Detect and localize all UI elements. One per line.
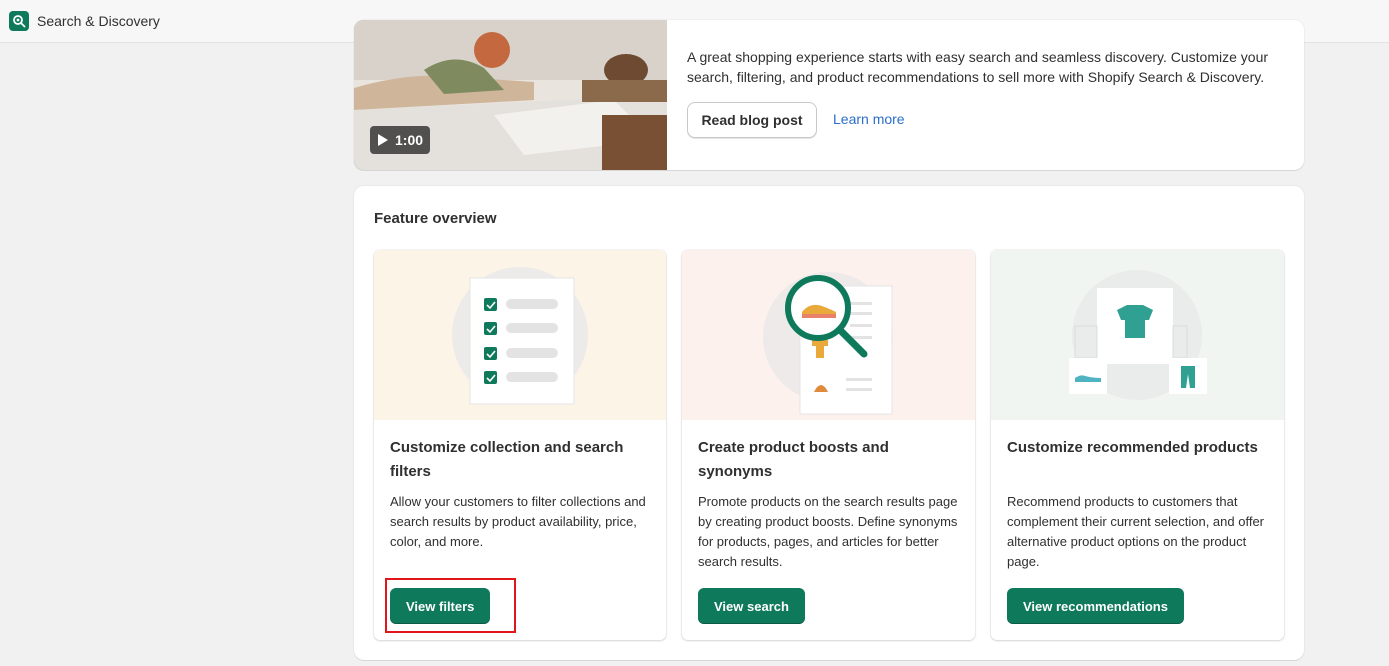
- video-play-badge[interactable]: 1:00: [370, 126, 430, 154]
- feature-overview-card: Feature overview Customize collection an…: [354, 186, 1304, 660]
- feature-card-filters: Customize collection and search filters …: [374, 250, 666, 640]
- recommendation-tshirt-icon: [1069, 270, 1207, 400]
- hero-description: A great shopping experience starts with …: [687, 49, 1269, 85]
- video-thumbnail[interactable]: 1:00: [354, 20, 667, 170]
- filters-illustration: [374, 250, 666, 420]
- feature-title: Create product boosts and synonyms: [698, 439, 889, 480]
- feature-card-search: Create product boosts and synonyms Promo…: [682, 250, 975, 640]
- feature-title: Customize recommended products: [1007, 439, 1258, 456]
- video-duration: 1:00: [395, 132, 424, 148]
- app-title: Search & Discovery: [37, 13, 160, 29]
- magnifier-search-icon: [763, 272, 893, 415]
- feature-description: Allow your customers to filter collectio…: [390, 494, 646, 549]
- feature-description: Promote products on the search results p…: [698, 494, 958, 569]
- search-discovery-app-icon: [9, 11, 29, 31]
- filter-checklist-icon: [452, 267, 588, 405]
- view-search-button[interactable]: View search: [698, 588, 805, 624]
- section-title: Feature overview: [374, 210, 497, 227]
- recommendations-illustration: [991, 250, 1284, 420]
- hero-card: 1:00 A great shopping experience starts …: [354, 20, 1304, 170]
- play-icon: [378, 134, 388, 146]
- feature-title: Customize collection and search filters: [390, 439, 624, 480]
- feature-description: Recommend products to customers that com…: [1007, 494, 1265, 569]
- view-filters-button[interactable]: View filters: [390, 588, 491, 624]
- learn-more-link[interactable]: Learn more: [833, 111, 905, 127]
- view-recommendations-button[interactable]: View recommendations: [1007, 588, 1184, 624]
- read-blog-post-button[interactable]: Read blog post: [687, 102, 817, 138]
- search-illustration: [682, 250, 975, 420]
- feature-card-recommendations: Customize recommended products Recommend…: [991, 250, 1284, 640]
